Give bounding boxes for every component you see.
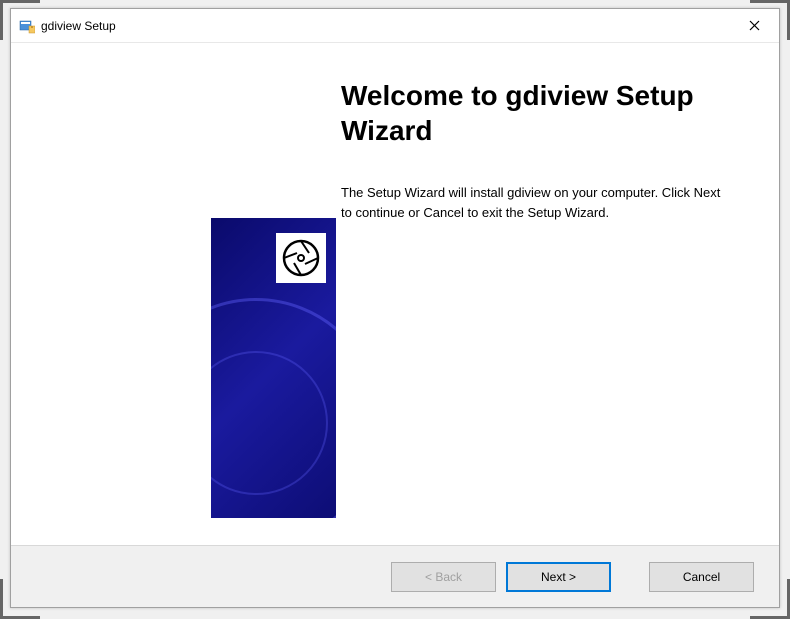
button-bar: < Back Next > Cancel [11, 545, 779, 607]
wizard-heading: Welcome to gdiview Setup Wizard [341, 78, 739, 148]
cancel-button[interactable]: Cancel [649, 562, 754, 592]
setup-window: gdiview Setup Welcome to gdiview Setup W… [10, 8, 780, 608]
window-title: gdiview Setup [41, 19, 732, 33]
decoration-corner [750, 579, 790, 619]
wizard-banner [211, 218, 336, 518]
decoration-corner [0, 0, 40, 40]
decoration-corner [750, 0, 790, 40]
back-button: < Back [391, 562, 496, 592]
wizard-body-text: The Setup Wizard will install gdiview on… [341, 183, 721, 222]
titlebar[interactable]: gdiview Setup [11, 9, 779, 43]
wizard-content: Welcome to gdiview Setup Wizard The Setu… [11, 43, 779, 607]
next-button[interactable]: Next > [506, 562, 611, 592]
disc-icon [276, 233, 326, 283]
decoration-corner [0, 579, 40, 619]
